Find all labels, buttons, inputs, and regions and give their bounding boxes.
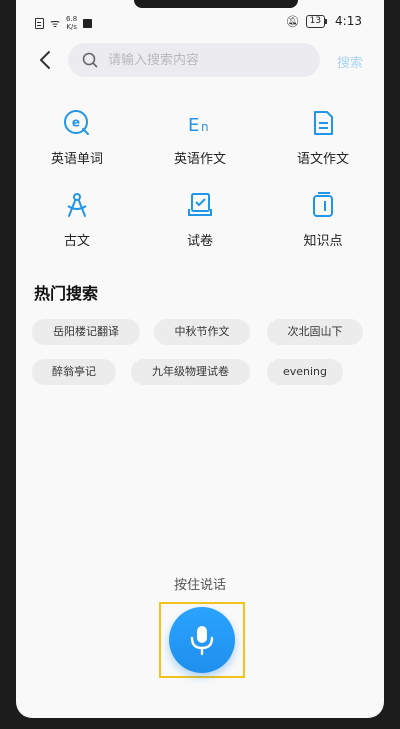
hot-search-chip[interactable]: 次北固山下 [267, 319, 363, 345]
svg-text:E: E [188, 115, 199, 136]
category-classical-chinese[interactable]: 古文 [16, 190, 138, 260]
mic-highlight-frame [159, 602, 245, 678]
category-label: 英语单词 [50, 152, 103, 167]
svg-text:e: e [72, 116, 80, 130]
search-icon [82, 52, 98, 68]
voice-hint: 按住说话 [173, 578, 226, 593]
compass-icon [67, 193, 87, 217]
category-english-words[interactable]: e 英语单词 [16, 108, 138, 178]
wifi-icon: ᯤ [50, 16, 61, 30]
microphone-icon [190, 626, 214, 656]
sim-icon [35, 17, 44, 29]
network-speed: 6.8 K/s [66, 15, 78, 31]
clock: 4:13 [335, 14, 362, 28]
category-label: 英语作文 [173, 152, 226, 167]
category-chinese-essay[interactable]: 语文作文 [262, 108, 384, 178]
en-letters-icon: E n [188, 115, 209, 136]
battery-icon: 13 [305, 14, 328, 28]
status-left: ᯤ 6.8 K/s [35, 15, 93, 31]
notebook-icon [313, 192, 333, 217]
hot-search-chip[interactable]: 岳阳楼记翻译 [32, 319, 140, 345]
app-screen: ᯤ 6.8K/s 🔕︎ 13 4:13 搜索 e 英语单词 [16, 0, 384, 718]
category-label: 知识点 [303, 234, 343, 249]
document-icon [314, 111, 333, 135]
category-english-essay[interactable]: E n 英语作文 [139, 108, 261, 178]
search-bar[interactable] [68, 43, 320, 77]
category-exam-paper[interactable]: 试卷 [139, 190, 261, 260]
voice-input-button[interactable] [169, 607, 235, 673]
exam-paper-icon [188, 193, 212, 216]
svg-text:n: n [201, 120, 209, 134]
status-right: 🔕︎ 13 4:13 [286, 14, 362, 28]
category-label: 古文 [63, 234, 90, 249]
hot-search-title: 热门搜索 [34, 284, 99, 303]
hot-search-chip[interactable]: evening [267, 359, 343, 385]
search-input[interactable] [108, 43, 308, 77]
category-label: 试卷 [186, 234, 213, 249]
camera-notch [134, 0, 298, 8]
hot-search-chip[interactable]: 中秋节作文 [154, 319, 250, 345]
search-button[interactable]: 搜索 [337, 52, 363, 71]
hot-search-chip[interactable]: 九年级物理试卷 [131, 359, 250, 385]
hot-search-chip[interactable]: 醉翁亭记 [32, 359, 116, 385]
category-label: 语文作文 [296, 152, 349, 167]
e-circle-icon: e [64, 110, 89, 135]
category-knowledge-points[interactable]: 知识点 [262, 190, 384, 260]
chevron-left-icon [40, 51, 50, 69]
back-button[interactable] [34, 46, 58, 74]
mute-bell-icon: 🔕︎ [285, 14, 300, 28]
notification-icon [83, 18, 93, 28]
